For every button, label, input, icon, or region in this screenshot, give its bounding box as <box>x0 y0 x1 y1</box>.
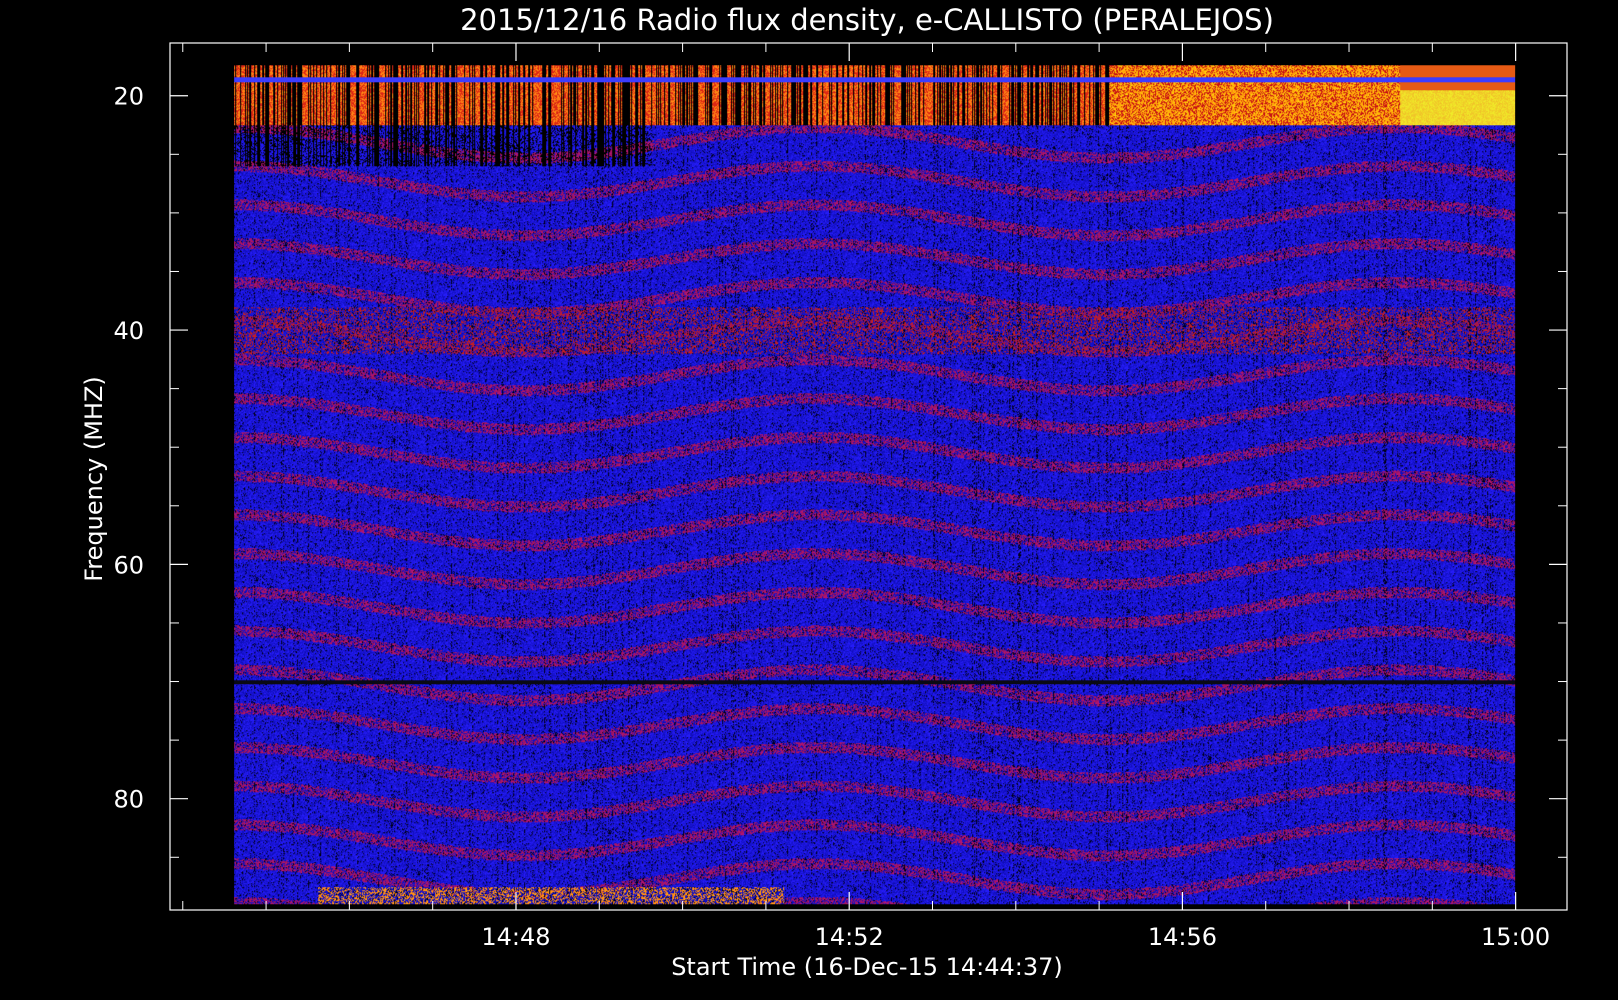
x-tick-label: 15:00 <box>1481 923 1550 951</box>
y-tick-label: 20 <box>113 83 144 111</box>
spectrogram-chart: 2015/12/16 Radio flux density, e-CALLIST… <box>80 3 1568 981</box>
y-axis-label: Frequency (MHZ) <box>80 376 108 582</box>
y-tick-label: 60 <box>113 551 144 579</box>
x-tick-label: 14:52 <box>815 923 884 951</box>
y-tick-label: 80 <box>113 786 144 814</box>
chart-title: 2015/12/16 Radio flux density, e-CALLIST… <box>460 3 1274 37</box>
plot-area <box>234 65 1516 905</box>
x-tick-label: 14:48 <box>481 923 550 951</box>
x-tick-label: 14:56 <box>1148 923 1217 951</box>
spectrogram-image <box>234 65 1516 905</box>
y-tick-label: 40 <box>113 317 144 345</box>
x-axis-label: Start Time (16-Dec-15 14:44:37) <box>671 953 1063 981</box>
